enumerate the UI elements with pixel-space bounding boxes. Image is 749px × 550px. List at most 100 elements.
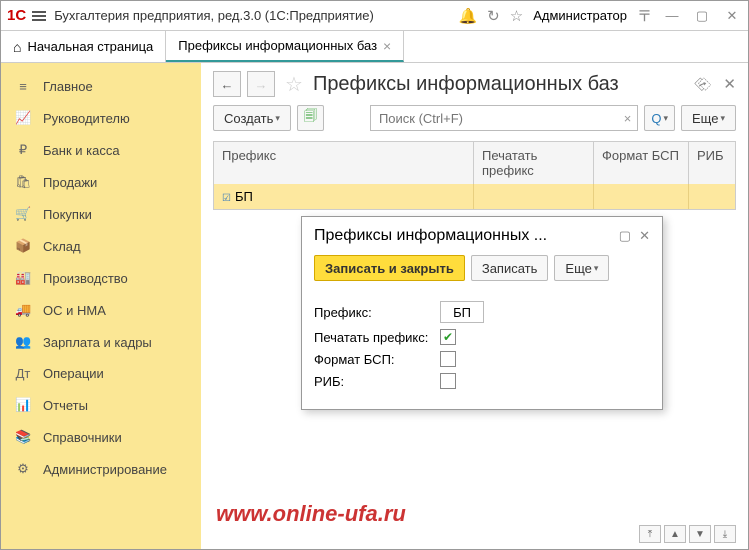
print-label: Печатать префикс:: [314, 330, 434, 345]
sidebar-label: Справочники: [43, 430, 122, 445]
paging-controls: ⤒ ▲ ▼ ⤓: [639, 525, 736, 543]
search-button[interactable]: Q▾: [644, 105, 675, 131]
sidebar-label: Зарплата и кадры: [43, 335, 152, 350]
row-icon: ☑: [222, 193, 231, 204]
nav-forward-button[interactable]: →: [247, 71, 275, 97]
create-button[interactable]: Создать▾: [213, 105, 291, 131]
cell-prefix: БП: [235, 189, 253, 204]
sidebar-item-0[interactable]: ≡ Главное: [1, 71, 201, 102]
dialog-more-button[interactable]: Еще▾: [554, 255, 609, 281]
settings-icon[interactable]: 〒: [637, 5, 652, 26]
sidebar-label: Администрирование: [43, 462, 167, 477]
sidebar-item-5[interactable]: 📦 Склад: [1, 230, 201, 262]
sidebar-icon: 📦: [15, 238, 31, 254]
maximize-button[interactable]: ▢: [692, 6, 712, 26]
sidebar-label: Операции: [43, 366, 104, 381]
save-close-button[interactable]: Записать и закрыть: [314, 255, 465, 281]
sidebar-item-11[interactable]: 📚 Справочники: [1, 421, 201, 453]
close-button[interactable]: ✕: [722, 6, 742, 26]
prefix-input[interactable]: [440, 301, 484, 323]
link-icon[interactable]: ⎘: [693, 74, 714, 95]
tab-home-label: Начальная страница: [27, 39, 153, 54]
sidebar-icon: 📚: [15, 429, 31, 445]
tab-prefixes[interactable]: Префиксы информационных баз ×: [166, 31, 404, 62]
sidebar: ≡ Главное 📈 Руководителю ₽ Банк и касса 🛍 Прода…: [1, 63, 201, 549]
menu-icon[interactable]: [32, 11, 46, 21]
watermark: www.online-ufa.ru: [216, 501, 406, 527]
col-fmt[interactable]: Формат БСП: [594, 142, 689, 184]
history-icon[interactable]: ↻: [487, 7, 500, 25]
sidebar-icon: Дт: [15, 366, 31, 381]
tab-close-icon[interactable]: ×: [383, 38, 391, 54]
data-table: Префикс Печатать префикс Формат БСП РИБ …: [213, 141, 736, 210]
sidebar-label: Покупки: [43, 207, 92, 222]
sidebar-item-8[interactable]: 👥 Зарплата и кадры: [1, 326, 201, 358]
sidebar-item-12[interactable]: ⚙ Администрирование: [1, 453, 201, 485]
sidebar-icon: 🏭: [15, 270, 31, 286]
col-print[interactable]: Печатать префикс: [474, 142, 594, 184]
minimize-button[interactable]: —: [662, 6, 682, 26]
fmt-checkbox[interactable]: [440, 351, 456, 367]
favorite-icon[interactable]: ☆: [285, 72, 303, 97]
page-close-icon[interactable]: ✕: [723, 75, 736, 93]
prefix-label: Префикс:: [314, 305, 434, 320]
sidebar-icon: 🛍: [15, 174, 31, 190]
sidebar-label: Производство: [43, 271, 128, 286]
tab-bar: ⌂ Начальная страница Префиксы информацио…: [1, 31, 748, 63]
sidebar-item-10[interactable]: 📊 Отчеты: [1, 389, 201, 421]
sidebar-label: Банк и касса: [43, 143, 120, 158]
print-checkbox[interactable]: [440, 329, 456, 345]
search-input[interactable]: [371, 111, 618, 126]
sidebar-item-3[interactable]: 🛍 Продажи: [1, 166, 201, 198]
col-prefix[interactable]: Префикс: [214, 142, 474, 184]
tab-home[interactable]: ⌂ Начальная страница: [1, 31, 166, 62]
edit-dialog: Префиксы информационных ... ▢ ✕ Записать…: [301, 216, 663, 410]
page-down-button[interactable]: ▼: [689, 525, 711, 543]
home-icon: ⌂: [13, 39, 21, 55]
fmt-label: Формат БСП:: [314, 352, 434, 367]
nav-back-button[interactable]: ←: [213, 71, 241, 97]
tab-active-label: Префиксы информационных баз: [178, 38, 377, 53]
sidebar-label: Склад: [43, 239, 81, 254]
app-title: Бухгалтерия предприятия, ред.3.0 (1С:Пре…: [54, 8, 458, 23]
page-up-button[interactable]: ▲: [664, 525, 686, 543]
sidebar-icon: 📈: [15, 110, 31, 126]
user-label[interactable]: Администратор: [533, 8, 627, 23]
sidebar-label: Главное: [43, 79, 93, 94]
sidebar-label: Отчеты: [43, 398, 88, 413]
sidebar-icon: 📊: [15, 397, 31, 413]
copy-button[interactable]: 🗐: [297, 105, 324, 131]
save-button[interactable]: Записать: [471, 255, 549, 281]
col-rib[interactable]: РИБ: [689, 142, 735, 184]
page-first-button[interactable]: ⤒: [639, 525, 661, 543]
sidebar-icon: 🚚: [15, 302, 31, 318]
rib-label: РИБ:: [314, 374, 434, 389]
bell-icon[interactable]: 🔔: [458, 7, 477, 25]
search-field[interactable]: ×: [370, 105, 638, 131]
sidebar-item-2[interactable]: ₽ Банк и касса: [1, 134, 201, 166]
sidebar-item-1[interactable]: 📈 Руководителю: [1, 102, 201, 134]
sidebar-icon: 👥: [15, 334, 31, 350]
sidebar-label: Продажи: [43, 175, 97, 190]
page-title: Префиксы информационных баз: [313, 73, 691, 96]
sidebar-icon: ⚙: [15, 461, 31, 477]
sidebar-item-9[interactable]: Дт Операции: [1, 358, 201, 389]
sidebar-icon: 🛒: [15, 206, 31, 222]
dialog-maximize-icon[interactable]: ▢: [619, 228, 631, 244]
app-logo: 1C: [7, 7, 26, 24]
sidebar-label: Руководителю: [43, 111, 130, 126]
sidebar-item-7[interactable]: 🚚 ОС и НМА: [1, 294, 201, 326]
sidebar-label: ОС и НМА: [43, 303, 106, 318]
page-last-button[interactable]: ⤓: [714, 525, 736, 543]
rib-checkbox[interactable]: [440, 373, 456, 389]
star-icon[interactable]: ☆: [510, 7, 523, 25]
sidebar-icon: ₽: [15, 142, 31, 158]
dialog-title: Префиксы информационных ...: [314, 227, 611, 245]
sidebar-item-6[interactable]: 🏭 Производство: [1, 262, 201, 294]
dialog-close-icon[interactable]: ✕: [639, 228, 650, 244]
table-row[interactable]: ☑ БП: [214, 184, 735, 209]
sidebar-item-4[interactable]: 🛒 Покупки: [1, 198, 201, 230]
search-clear-icon[interactable]: ×: [618, 111, 638, 126]
more-button[interactable]: Еще▾: [681, 105, 736, 131]
sidebar-icon: ≡: [15, 79, 31, 94]
